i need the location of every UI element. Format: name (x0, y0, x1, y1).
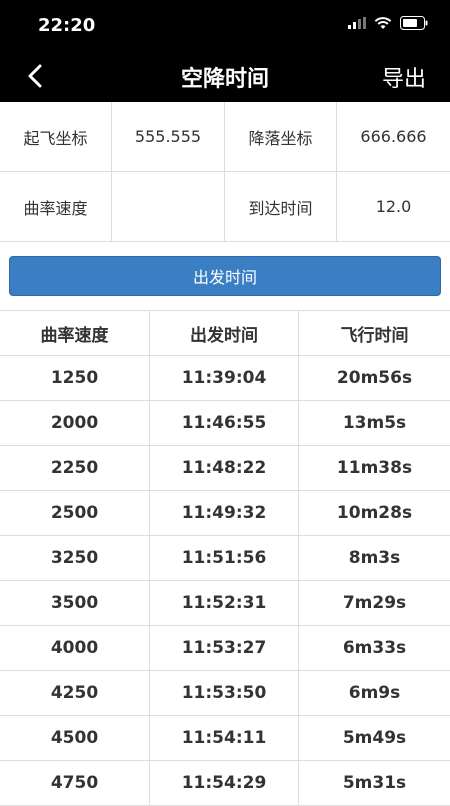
wifi-icon (374, 16, 392, 29)
cell-speed: 2000 (0, 401, 150, 445)
cell-flight: 6m33s (342, 638, 407, 658)
cell-flight: 6m9s (348, 683, 401, 703)
cell-flight: 7m29s (342, 593, 407, 613)
cell-flight: 20m56s (336, 368, 413, 388)
curve-speed-field[interactable] (112, 172, 225, 241)
signal-icon (348, 17, 366, 29)
nav-bar: 空降时间 导出 (0, 50, 450, 102)
cell-speed: 1250 (0, 356, 150, 400)
cell-speed: 3500 (0, 581, 150, 625)
table-row[interactable]: 3500 11:52:31 7m29s (0, 581, 450, 626)
cell-flight: 5m31s (342, 773, 407, 793)
header-depart-time: 出发时间 (150, 311, 299, 355)
battery-icon (400, 16, 428, 30)
cell-depart: 11:53:50 (150, 671, 299, 715)
cell-speed: 2250 (0, 446, 150, 490)
status-icons (348, 16, 428, 30)
cell-flight: 11m38s (336, 458, 413, 478)
table-header: 曲率速度 出发时间 飞行时间 (0, 311, 450, 356)
info-row-speed-time: 曲率速度 到达时间 12.0 (0, 172, 450, 242)
cell-flight: 13m5s (342, 413, 407, 433)
table-row[interactable]: 4750 11:54:29 5m31s (0, 761, 450, 806)
cell-speed: 2500 (0, 491, 150, 535)
cell-speed: 4500 (0, 716, 150, 760)
status-bar: 22:20 (0, 0, 450, 50)
cell-depart: 11:49:32 (150, 491, 299, 535)
table-row[interactable]: 4250 11:53:50 6m9s (0, 671, 450, 716)
table-row[interactable]: 4500 11:54:11 5m49s (0, 716, 450, 761)
header-flight-time: 飞行时间 (340, 325, 409, 346)
cell-speed: 4250 (0, 671, 150, 715)
cell-depart: 11:39:04 (150, 356, 299, 400)
status-time: 22:20 (38, 15, 96, 36)
table-row[interactable]: 1250 11:39:04 20m56s (0, 356, 450, 401)
results-table: 曲率速度 出发时间 飞行时间 1250 11:39:04 20m56s 2000… (0, 310, 450, 806)
table-row[interactable]: 2250 11:48:22 11m38s (0, 446, 450, 491)
table-row[interactable]: 2500 11:49:32 10m28s (0, 491, 450, 536)
table-row[interactable]: 3250 11:51:56 8m3s (0, 536, 450, 581)
cell-flight: 10m28s (336, 503, 413, 523)
cell-depart: 11:54:11 (150, 716, 299, 760)
cell-depart: 11:52:31 (150, 581, 299, 625)
cell-depart: 11:48:22 (150, 446, 299, 490)
cell-depart: 11:54:29 (150, 761, 299, 805)
cell-flight: 5m49s (342, 728, 407, 748)
info-grid: 起飞坐标 555.555 降落坐标 666.666 曲率速度 到达时间 12.0 (0, 102, 450, 242)
depart-time-button[interactable]: 出发时间 (9, 256, 441, 296)
curve-speed-label: 曲率速度 (0, 172, 112, 241)
takeoff-field[interactable]: 555.555 (112, 102, 225, 171)
cell-speed: 3250 (0, 536, 150, 580)
export-button[interactable]: 导出 (382, 61, 426, 93)
arrival-field[interactable]: 12.0 (337, 172, 450, 241)
cell-speed: 4000 (0, 626, 150, 670)
landing-field[interactable]: 666.666 (337, 102, 450, 171)
cell-depart: 11:51:56 (150, 536, 299, 580)
cell-depart: 11:53:27 (150, 626, 299, 670)
header-curve-speed: 曲率速度 (0, 311, 150, 355)
landing-label: 降落坐标 (225, 102, 337, 171)
info-row-coordinates: 起飞坐标 555.555 降落坐标 666.666 (0, 102, 450, 172)
cell-depart: 11:46:55 (150, 401, 299, 445)
table-row[interactable]: 2000 11:46:55 13m5s (0, 401, 450, 446)
arrival-label: 到达时间 (225, 172, 337, 241)
cell-flight: 8m3s (348, 548, 401, 568)
cell-speed: 4750 (0, 761, 150, 805)
takeoff-label: 起飞坐标 (0, 102, 112, 171)
table-row[interactable]: 4000 11:53:27 6m33s (0, 626, 450, 671)
